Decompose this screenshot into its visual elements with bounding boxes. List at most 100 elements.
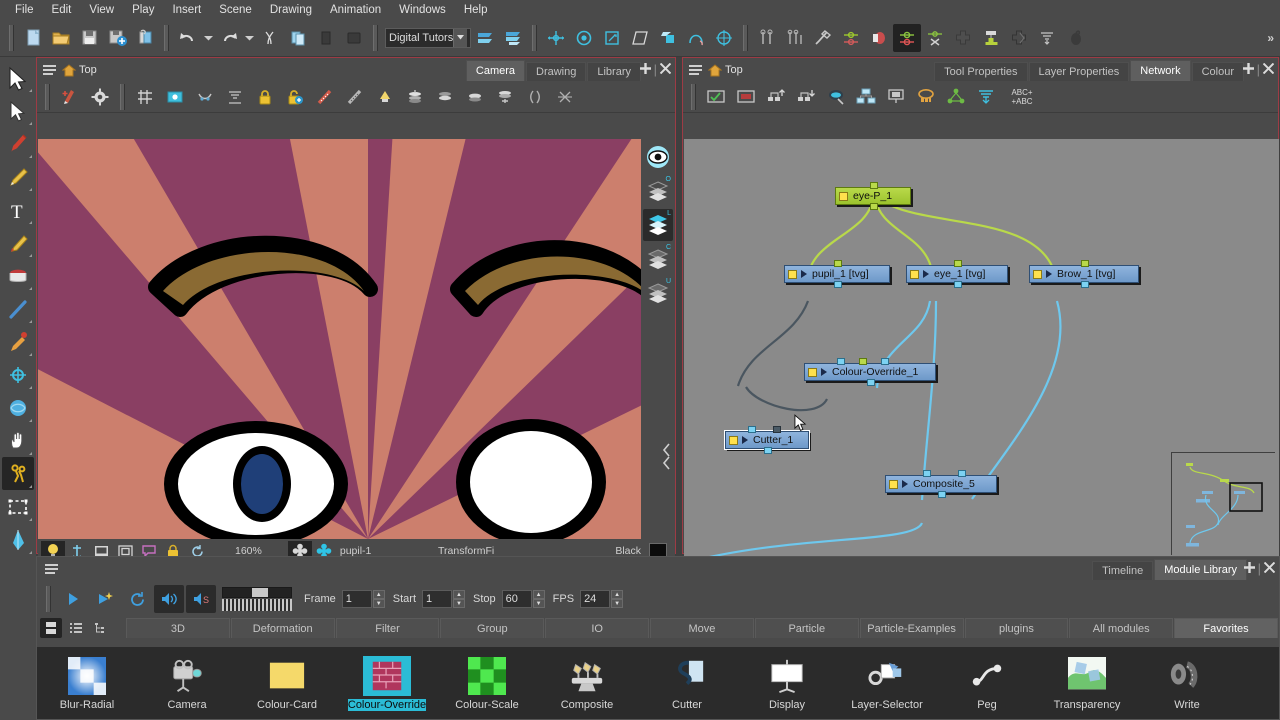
- node-out-port[interactable]: [867, 379, 875, 386]
- layer-c-icon[interactable]: C: [643, 243, 673, 275]
- node-matte-port[interactable]: [773, 426, 781, 433]
- node-colour-chip[interactable]: [910, 269, 919, 279]
- network-toolbar-grip[interactable]: [691, 83, 696, 110]
- node-pupil_1[interactable]: pupil_1 [tvg]: [784, 260, 890, 288]
- node-mat-port[interactable]: [859, 358, 867, 365]
- hand-icon[interactable]: [2, 424, 34, 457]
- toolbar-grip[interactable]: [9, 24, 14, 51]
- marker-icon[interactable]: [977, 24, 1005, 52]
- rotate-icon[interactable]: [570, 24, 598, 52]
- node-in-port[interactable]: [837, 358, 845, 365]
- stack-4-icon[interactable]: [490, 83, 520, 111]
- light-table-icon[interactable]: [160, 83, 190, 111]
- bone-tool-icon[interactable]: [753, 24, 781, 52]
- toolbar-overflow-icon[interactable]: »: [1267, 31, 1280, 45]
- module-item-peg[interactable]: Peg: [937, 647, 1037, 719]
- panel-menu-icon[interactable]: [43, 64, 57, 76]
- add-layer-icon[interactable]: [471, 24, 499, 52]
- fps-stepper[interactable]: ▲▼: [580, 590, 624, 608]
- node-expand-icon[interactable]: [902, 480, 908, 488]
- tab-colour[interactable]: Colour: [1191, 62, 1244, 81]
- menu-item-scene[interactable]: Scene: [210, 2, 261, 18]
- category-tab-filter[interactable]: Filter: [335, 618, 440, 638]
- node-eye-p_1[interactable]: eye-P_1: [835, 182, 911, 210]
- rigging-icon[interactable]: [2, 457, 34, 490]
- category-tab-group[interactable]: Group: [440, 618, 545, 638]
- add-drawing-icon[interactable]: [55, 83, 85, 111]
- hammer-icon[interactable]: [809, 24, 837, 52]
- viewport-collapse-handle[interactable]: [659, 439, 673, 475]
- start-input[interactable]: [422, 590, 453, 608]
- spline-icon[interactable]: [682, 24, 710, 52]
- menu-item-insert[interactable]: Insert: [163, 2, 210, 18]
- node-composite_5[interactable]: Composite_5: [885, 470, 997, 498]
- add-peg-icon[interactable]: [837, 24, 865, 52]
- home-icon[interactable]: [61, 63, 77, 77]
- fps-input[interactable]: [580, 590, 611, 608]
- skew-icon[interactable]: [626, 24, 654, 52]
- node-in-port[interactable]: [748, 426, 756, 433]
- green-node-icon[interactable]: [1005, 24, 1033, 52]
- disable-icon[interactable]: [731, 83, 761, 111]
- panel-menu-icon[interactable]: [689, 64, 703, 76]
- menu-item-animation[interactable]: Animation: [321, 2, 390, 18]
- node-brow_1[interactable]: Brow_1 [tvg]: [1029, 260, 1139, 288]
- save-all-icon[interactable]: [103, 24, 131, 52]
- list-view-icon[interactable]: [65, 618, 87, 638]
- camera-viewport[interactable]: O L C U: [38, 139, 675, 539]
- fps-down-icon[interactable]: ▼: [611, 599, 624, 608]
- menu-item-file[interactable]: File: [6, 2, 43, 18]
- select-arrow-icon[interactable]: [2, 61, 34, 94]
- node-colour-chip[interactable]: [889, 479, 898, 489]
- node-colour-chip[interactable]: [1033, 269, 1042, 279]
- preview-icon[interactable]: [821, 83, 851, 111]
- group-down-icon[interactable]: [791, 83, 821, 111]
- layer-l-icon[interactable]: L: [643, 209, 673, 241]
- tab-tool-properties[interactable]: Tool Properties: [934, 62, 1028, 81]
- frame-stepper[interactable]: ▲▼: [341, 590, 385, 608]
- target-icon[interactable]: [710, 24, 738, 52]
- node-colour-chip[interactable]: [808, 367, 817, 377]
- scale-icon[interactable]: [598, 24, 626, 52]
- menu-item-play[interactable]: Play: [123, 2, 163, 18]
- toolbar-grip-3[interactable]: [373, 24, 378, 51]
- module-item-cutter[interactable]: Cutter: [637, 647, 737, 719]
- node-expand-icon[interactable]: [801, 270, 807, 278]
- tab-network[interactable]: Network: [1130, 60, 1191, 81]
- add-view-icon[interactable]: [639, 63, 651, 76]
- tree-view-icon[interactable]: [90, 618, 112, 638]
- ruler-red-icon[interactable]: [310, 83, 340, 111]
- module-item-write[interactable]: Write: [1137, 647, 1237, 719]
- cross-peg-icon[interactable]: [921, 24, 949, 52]
- export-icon[interactable]: [131, 24, 159, 52]
- camera-toolbar-grip[interactable]: [45, 83, 50, 110]
- flip-h-icon[interactable]: [520, 83, 550, 111]
- redo-icon[interactable]: [215, 24, 243, 52]
- node-cutter_1[interactable]: Cutter_1: [724, 426, 810, 454]
- camera-toolbar-grip-2[interactable]: [120, 83, 125, 110]
- close-view-icon[interactable]: [659, 62, 672, 76]
- bone-alt-icon[interactable]: [781, 24, 809, 52]
- node-out-port[interactable]: [938, 491, 946, 498]
- ruler-icon[interactable]: [340, 83, 370, 111]
- copy-icon[interactable]: [284, 24, 312, 52]
- toolbar-grip-5[interactable]: [743, 24, 748, 51]
- redo-dropdown-icon[interactable]: [243, 24, 256, 52]
- close-view-icon[interactable]: [1263, 561, 1276, 575]
- cable-icon[interactable]: [971, 83, 1001, 111]
- start-up-icon[interactable]: ▲: [453, 590, 466, 599]
- unlock-icon[interactable]: [280, 83, 310, 111]
- module-item-colour-override[interactable]: Colour-Override: [337, 647, 437, 719]
- module-item-display[interactable]: Display: [737, 647, 837, 719]
- transform-icon[interactable]: [542, 24, 570, 52]
- fps-up-icon[interactable]: ▲: [611, 590, 624, 599]
- inkpot-icon[interactable]: [1061, 24, 1089, 52]
- select-rect-icon[interactable]: [2, 490, 34, 523]
- layer-u-icon[interactable]: U: [643, 277, 673, 309]
- start-down-icon[interactable]: ▼: [453, 599, 466, 608]
- stop-input[interactable]: [501, 590, 532, 608]
- category-tab-particle-examples[interactable]: Particle-Examples: [859, 618, 964, 638]
- node-colour-chip[interactable]: [788, 269, 797, 279]
- align-icon[interactable]: [220, 83, 250, 111]
- category-tab-favorites[interactable]: Favorites: [1174, 618, 1278, 638]
